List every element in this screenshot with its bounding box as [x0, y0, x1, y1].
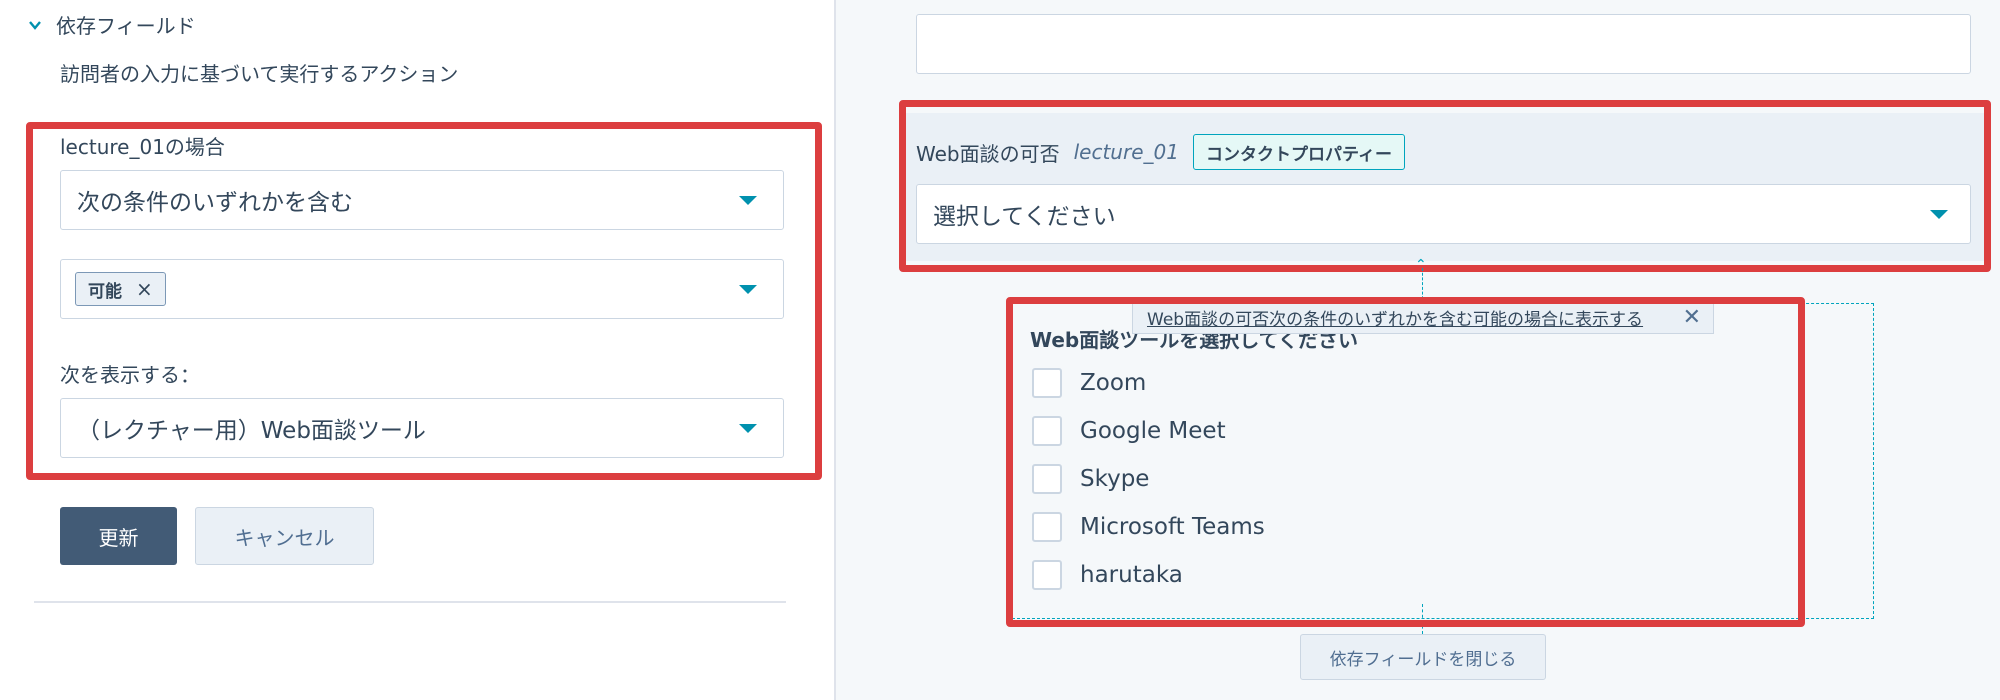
- previous-field-input[interactable]: [916, 14, 1971, 74]
- connector-line: [1422, 268, 1423, 304]
- section-title: 依存フィールド: [56, 14, 196, 38]
- checkbox-label: Zoom: [1080, 370, 1147, 396]
- connector-arrow-icon: ⌃: [1415, 257, 1427, 273]
- value-select[interactable]: 可能 ×: [60, 259, 784, 319]
- field-select-value: 選択してください: [933, 204, 1116, 230]
- cancel-button[interactable]: キャンセル: [195, 507, 374, 565]
- caret-down-icon: [739, 285, 757, 294]
- checkbox-label: Microsoft Teams: [1080, 514, 1265, 540]
- checkbox-label: harutaka: [1080, 562, 1183, 588]
- operator-select[interactable]: 次の条件のいずれかを含む: [60, 170, 784, 230]
- checkbox[interactable]: [1032, 512, 1062, 542]
- value-tag-label: 可能: [88, 281, 122, 302]
- caret-down-icon: [739, 196, 757, 205]
- checkbox-option[interactable]: Skype: [1032, 464, 1149, 494]
- field-select[interactable]: 選択してください: [916, 184, 1971, 244]
- chevron-down-icon: [29, 20, 41, 30]
- checkbox-option[interactable]: Microsoft Teams: [1032, 512, 1265, 542]
- checkbox-label: Skype: [1080, 466, 1150, 492]
- field-label: Web面談の可否: [916, 141, 1060, 166]
- divider: [34, 601, 786, 603]
- dependent-condition-text[interactable]: Web面談の可否次の条件のいずれかを含む可能の場合に表示する: [1147, 305, 1643, 330]
- section-description: 訪問者の入力に基づいて実行するアクション: [60, 62, 459, 86]
- dependent-fields-toggle[interactable]: 依存フィールド: [28, 10, 196, 39]
- show-label: 次を表示する：: [60, 363, 200, 387]
- checkbox-option[interactable]: Google Meet: [1032, 416, 1226, 446]
- field-label-row: Web面談の可否 lecture_01 コンタクトプロパティー: [916, 134, 1405, 170]
- dependent-condition-tooltip[interactable]: Web面談の可否次の条件のいずれかを含む可能の場合に表示する ✕: [1132, 300, 1714, 334]
- close-icon[interactable]: ✕: [1683, 305, 1701, 330]
- checkbox[interactable]: [1032, 464, 1062, 494]
- value-tag: 可能 ×: [75, 272, 166, 306]
- left-panel: 依存フィールド 訪問者の入力に基づいて実行するアクション lecture_01の…: [0, 0, 834, 700]
- checkbox[interactable]: [1032, 560, 1062, 590]
- checkbox-option[interactable]: Zoom: [1032, 368, 1146, 398]
- show-field-select[interactable]: （レクチャー用）Web面談ツール: [60, 398, 784, 458]
- show-field-select-value: （レクチャー用）Web面談ツール: [77, 418, 426, 444]
- checkbox[interactable]: [1032, 416, 1062, 446]
- caret-down-icon: [739, 424, 757, 433]
- checkbox[interactable]: [1032, 368, 1062, 398]
- contact-property-tag: コンタクトプロパティー: [1192, 134, 1405, 170]
- close-dependent-fields-button[interactable]: 依存フィールドを閉じる: [1300, 634, 1546, 680]
- checkbox-option[interactable]: harutaka: [1032, 560, 1183, 590]
- update-button[interactable]: 更新: [60, 507, 177, 565]
- field-property-name: lecture_01: [1073, 140, 1179, 164]
- remove-tag-icon[interactable]: ×: [136, 277, 153, 301]
- operator-select-value: 次の条件のいずれかを含む: [77, 190, 353, 216]
- caret-down-icon: [1930, 210, 1948, 219]
- condition-label: lecture_01の場合: [60, 135, 225, 159]
- checkbox-label: Google Meet: [1080, 418, 1226, 444]
